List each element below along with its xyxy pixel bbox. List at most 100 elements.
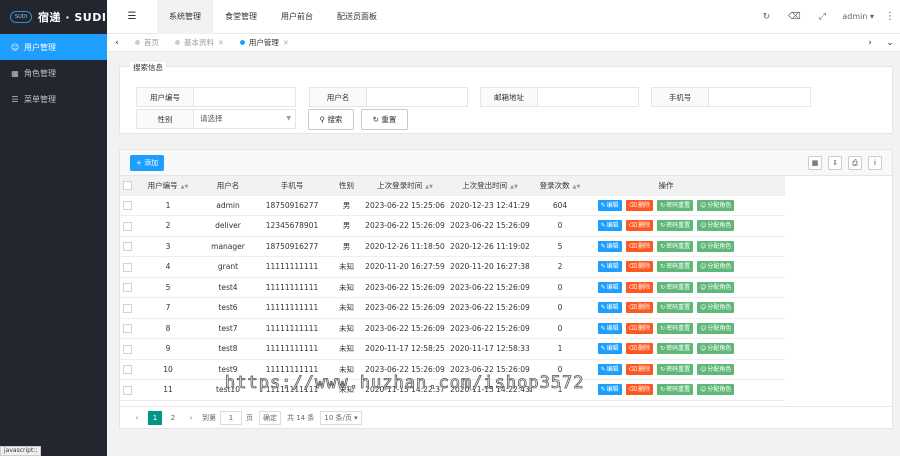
row-select-cell[interactable]	[120, 277, 134, 298]
delete-button[interactable]: ⌫删除	[625, 261, 654, 273]
next-page-icon[interactable]: ›	[184, 411, 198, 425]
edit-button[interactable]: ✎编辑	[597, 363, 622, 375]
table-row[interactable]: 7 test6 11111111111 未知 2023-06-22 15:26:09 20…	[120, 297, 785, 319]
nav-canteen[interactable]: 食堂管理	[213, 0, 269, 34]
tabs-right-arrow-icon[interactable]: ›	[860, 38, 880, 48]
row-select-cell[interactable]	[120, 215, 134, 237]
info-icon[interactable]: i	[868, 155, 882, 170]
reset-password-button[interactable]: ↻密码重置	[657, 261, 694, 273]
assign-role-button[interactable]: ☺分配角色	[697, 384, 735, 396]
tab-profile[interactable]: 基本资料 ✕	[167, 34, 232, 52]
reset-password-button[interactable]: ↻密码重置	[657, 220, 694, 232]
print-icon[interactable]: ⎙	[848, 155, 862, 170]
reset-button[interactable]: ↻ 重置	[361, 109, 408, 130]
table-row[interactable]: 4 grant 11111111111 未知 2020-11-20 16:27:59 20…	[120, 256, 785, 278]
delete-button[interactable]: ⌫删除	[625, 322, 654, 334]
table-row[interactable]: 5 test4 11111111111 未知 2023-06-22 15:26:09 20…	[120, 277, 785, 298]
tabs-dropdown-icon[interactable]: ⌄	[880, 38, 900, 48]
row-select-cell[interactable]	[120, 297, 134, 319]
row-checkbox[interactable]	[122, 385, 132, 395]
table-row[interactable]: 1 admin 18750916277 男 2023-06-22 15:25:06 202…	[120, 195, 785, 216]
page-size-select[interactable]: 10 条/页 ▾	[320, 410, 362, 425]
column-header[interactable]: 用户编号 ▲▼	[134, 176, 202, 196]
assign-role-button[interactable]: ☺分配角色	[697, 363, 735, 375]
fullscreen-icon[interactable]: ⤢	[808, 12, 836, 22]
username-input[interactable]	[366, 87, 468, 107]
phone-input[interactable]	[708, 87, 811, 107]
row-checkbox[interactable]	[122, 262, 132, 272]
assign-role-button[interactable]: ☺分配角色	[697, 261, 735, 273]
sort-icon[interactable]: ▲▼	[510, 184, 518, 190]
edit-button[interactable]: ✎编辑	[597, 261, 622, 273]
close-icon[interactable]: ✕	[218, 39, 224, 47]
edit-button[interactable]: ✎编辑	[597, 302, 622, 314]
goto-confirm-button[interactable]: 确定	[259, 410, 281, 425]
edit-button[interactable]: ✎编辑	[597, 220, 622, 232]
delete-button[interactable]: ⌫删除	[625, 240, 654, 252]
row-checkbox[interactable]	[122, 242, 132, 251]
delete-button[interactable]: ⌫删除	[625, 384, 654, 396]
tabs-left-arrow-icon[interactable]: ‹	[107, 38, 127, 48]
row-select-cell[interactable]	[120, 359, 134, 380]
table-row[interactable]: 10 test9 11111111111 未知 2023-06-22 15:26:09 2…	[120, 359, 785, 380]
select-all-checkbox[interactable]	[122, 181, 132, 190]
reset-password-button[interactable]: ↻密码重置	[657, 343, 694, 355]
delete-button[interactable]: ⌫删除	[625, 281, 654, 293]
page-2[interactable]: 2	[166, 411, 180, 425]
reset-password-button[interactable]: ↻密码重置	[657, 322, 694, 334]
row-select-cell[interactable]	[120, 236, 134, 257]
table-row[interactable]: 8 test7 11111111111 未知 2023-06-22 15:26:09 20…	[120, 318, 785, 339]
refresh-icon[interactable]: ↻	[752, 12, 780, 22]
reset-password-button[interactable]: ↻密码重置	[657, 240, 694, 252]
goto-page-input[interactable]: 1	[220, 410, 242, 425]
delete-button[interactable]: ⌫删除	[625, 343, 654, 355]
column-header[interactable]: 上次登录时间 ▲▼	[363, 176, 447, 196]
delete-button[interactable]: ⌫删除	[625, 302, 654, 314]
user-menu[interactable]: admin ▾	[836, 12, 880, 21]
assign-role-button[interactable]: ☺分配角色	[697, 302, 735, 314]
delete-button[interactable]: ⌫删除	[625, 220, 654, 232]
assign-role-button[interactable]: ☺分配角色	[697, 322, 735, 334]
table-row[interactable]: 2 deliver 12345678901 男 2023-06-22 15:26:09 2…	[120, 215, 785, 237]
edit-button[interactable]: ✎编辑	[597, 322, 622, 334]
sidebar-item-users[interactable]: ☺ 用户管理	[0, 34, 107, 60]
row-select-cell[interactable]	[120, 318, 134, 339]
tab-user-management[interactable]: 用户管理 ✕	[232, 34, 297, 52]
tab-home[interactable]: 首页	[127, 34, 167, 52]
prev-page-icon[interactable]: ‹	[130, 411, 144, 425]
sidebar-item-menus[interactable]: ☰ 菜单管理	[0, 86, 107, 112]
reset-password-button[interactable]: ↻密码重置	[657, 363, 694, 375]
row-select-cell[interactable]	[120, 379, 134, 401]
row-checkbox[interactable]	[122, 344, 132, 354]
assign-role-button[interactable]: ☺分配角色	[697, 343, 735, 355]
edit-button[interactable]: ✎编辑	[597, 281, 622, 293]
row-checkbox[interactable]	[122, 221, 132, 231]
nav-delivery-panel[interactable]: 配送员面板	[325, 0, 389, 34]
assign-role-button[interactable]: ☺分配角色	[697, 281, 735, 293]
page-1[interactable]: 1	[148, 410, 162, 425]
logo[interactable]: SUDI 宿递 · SUDI	[0, 0, 107, 34]
row-checkbox[interactable]	[122, 324, 132, 333]
menu-toggle-icon[interactable]: ☰	[107, 11, 157, 22]
nav-system[interactable]: 系统管理	[157, 0, 213, 34]
table-row[interactable]: 3 manager 18750916277 男 2020-12-26 11:18:50 2…	[120, 236, 785, 257]
delete-button[interactable]: ⌫删除	[625, 363, 654, 375]
row-checkbox[interactable]	[122, 365, 132, 374]
row-select-cell[interactable]	[120, 338, 134, 360]
row-select-cell[interactable]	[120, 195, 134, 216]
edit-button[interactable]: ✎编辑	[597, 199, 622, 211]
search-button[interactable]: ⚲ 搜索	[308, 109, 354, 130]
edit-button[interactable]: ✎编辑	[597, 343, 622, 355]
reset-password-button[interactable]: ↻密码重置	[657, 281, 694, 293]
columns-filter-icon[interactable]: ▦	[808, 155, 822, 170]
nav-frontend[interactable]: 用户前台	[269, 0, 325, 34]
select-all-cell[interactable]	[120, 176, 134, 196]
row-checkbox[interactable]	[122, 283, 132, 292]
sort-icon[interactable]: ▲▼	[425, 184, 433, 190]
assign-role-button[interactable]: ☺分配角色	[697, 199, 735, 211]
close-icon[interactable]: ✕	[283, 39, 289, 47]
assign-role-button[interactable]: ☺分配角色	[697, 220, 735, 232]
table-row[interactable]: 9 test8 11111111111 未知 2020-11-17 12:58:25 20…	[120, 338, 785, 360]
clear-icon[interactable]: ⌫	[780, 12, 808, 22]
export-icon[interactable]: ⇩	[828, 155, 842, 170]
